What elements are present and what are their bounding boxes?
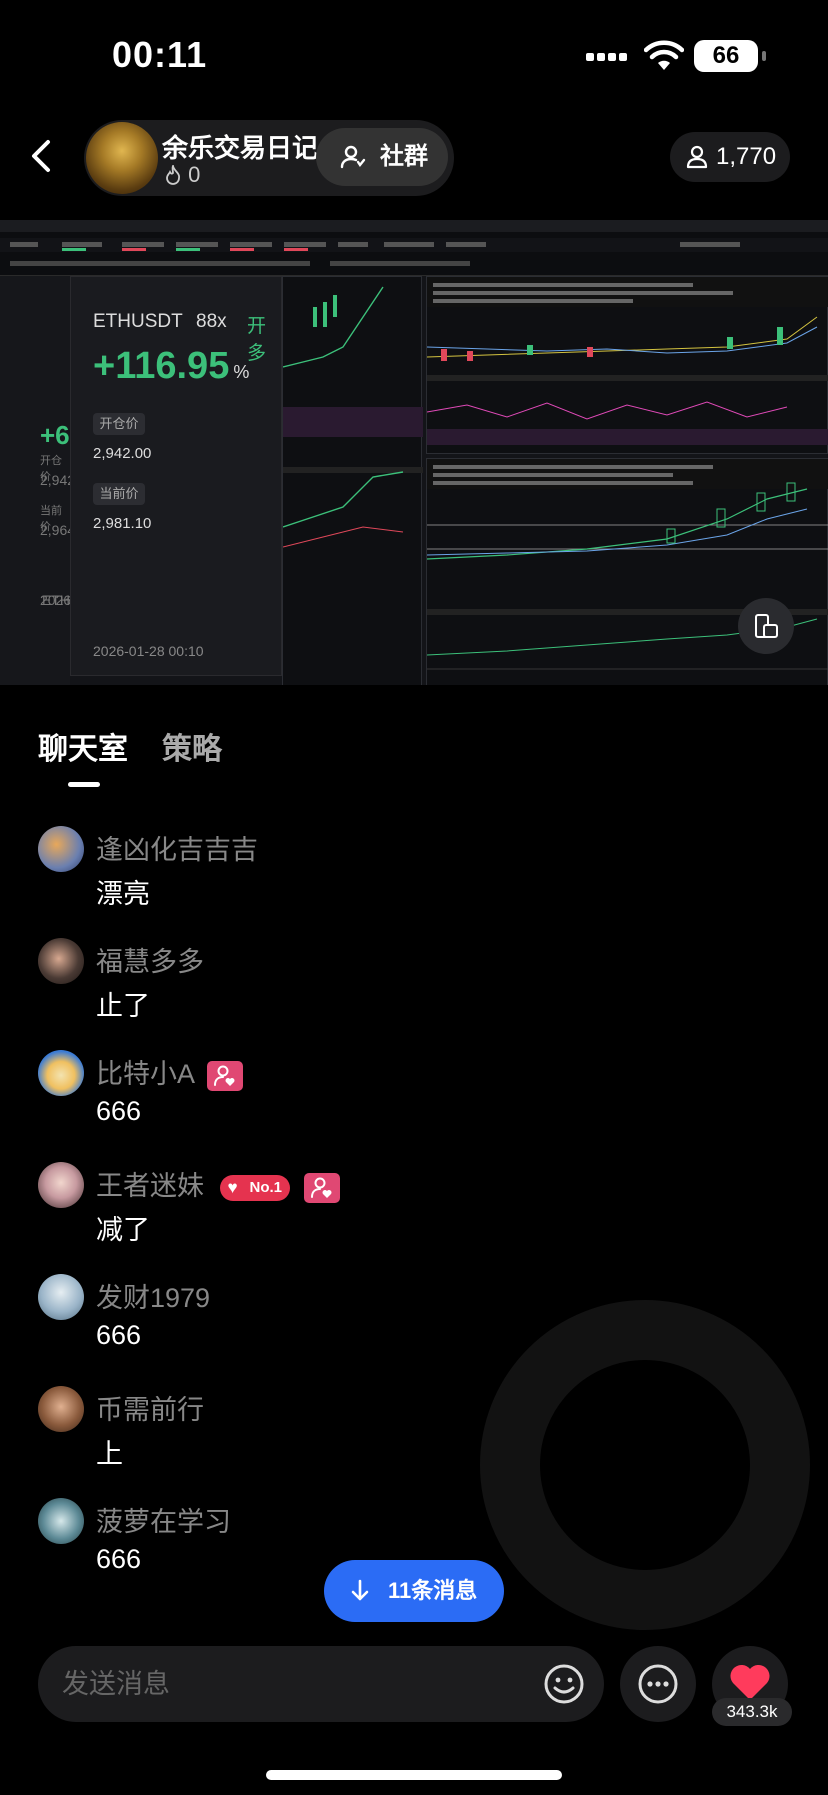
live-stream-video[interactable]: ETH +6 开仓价 2,942 当前价 2,964 2026 ETHUSDT … (0, 220, 828, 685)
host-heat: 0 (164, 162, 200, 188)
open-price-value: 2,942.00 (93, 445, 152, 462)
rank-badge[interactable]: No.1 (219, 1174, 291, 1201)
new-messages-button[interactable]: 11条消息 (324, 1560, 504, 1622)
position-pnl-value: +116.95 (93, 345, 230, 387)
rotate-screen-button[interactable] (738, 598, 794, 654)
position-pair: ETHUSDT (93, 311, 183, 332)
fan-club-badge[interactable] (207, 1060, 244, 1091)
ghost-date: 2026 (40, 592, 72, 608)
chat-username-text: 比特小A (96, 1059, 194, 1089)
tab-chatroom[interactable]: 聊天室 (38, 724, 128, 768)
avatar[interactable] (38, 1162, 84, 1208)
status-bar: 00:11 66 (0, 0, 828, 110)
viewer-count-pill[interactable]: 1,770 (670, 132, 790, 182)
chat-text: 减了 (96, 1215, 150, 1245)
flame-icon (166, 163, 180, 185)
chat-message[interactable]: 福慧多多 止了 (38, 938, 738, 1038)
group-button[interactable]: 社群 (316, 128, 448, 186)
wifi-icon (644, 40, 684, 70)
home-indicator[interactable] (266, 1770, 562, 1780)
more-dots-icon (638, 1664, 678, 1704)
position-card: ETHUSDT 88x 开多 +116.95% 开仓价 2,942.00 当前价… (70, 276, 282, 676)
position-side: 开多 (247, 316, 267, 364)
fan-club-badge[interactable] (303, 1172, 340, 1203)
mini-chart-pane (282, 276, 423, 685)
viewer-count: 1,770 (716, 143, 777, 170)
chat-username[interactable]: 逢凶化吉吉吉 (96, 828, 258, 867)
chat-username[interactable]: 王者迷妹 No.1 (96, 1164, 340, 1203)
chat-text: 止了 (96, 991, 150, 1021)
rotate-screen-icon (755, 614, 778, 638)
chat-username[interactable]: 比特小A (96, 1052, 244, 1091)
status-time: 00:11 (112, 34, 208, 75)
person-add-icon (340, 145, 366, 169)
message-input-container[interactable] (38, 1646, 604, 1722)
position-timestamp: 2026-01-28 00:10 (93, 643, 204, 659)
avatar[interactable] (38, 1498, 84, 1544)
new-messages-label: 11条消息 (388, 1578, 478, 1603)
ghost-pnl: +6 (40, 420, 70, 450)
chat-message[interactable]: 比特小A 666 (38, 1050, 738, 1150)
battery-icon: 66 (694, 40, 766, 72)
avatar[interactable] (38, 1386, 84, 1432)
mini-chart-graphic (283, 286, 423, 548)
chat-username[interactable]: 菠萝在学习 (96, 1500, 231, 1539)
avatar[interactable] (38, 826, 84, 872)
toolbar-graphic (0, 220, 828, 272)
chat-message[interactable]: 逢凶化吉吉吉 漂亮 (38, 826, 738, 926)
position-leverage: 88x (196, 311, 227, 332)
chat-username[interactable]: 币需前行 (96, 1388, 204, 1427)
avatar[interactable] (38, 1274, 84, 1320)
chat-message[interactable]: 王者迷妹 No.1 减了 (38, 1162, 738, 1262)
heart-icon (730, 1664, 770, 1700)
arrow-down-icon (351, 1579, 369, 1601)
chat-text: 666 (96, 1544, 142, 1574)
person-heart-icon (310, 1177, 332, 1198)
chat-username[interactable]: 发财1979 (96, 1276, 210, 1315)
more-options-button[interactable] (620, 1646, 696, 1722)
chat-text: 666 (96, 1096, 142, 1126)
chart-pane-top (426, 276, 828, 454)
chat-text: 上 (96, 1439, 123, 1469)
person-icon (686, 145, 708, 169)
cellular-signal-icon (586, 48, 630, 66)
group-button-label: 社群 (380, 143, 428, 170)
open-price-label: 开仓价 (93, 413, 145, 435)
current-price-label: 当前价 (93, 483, 145, 505)
chat-username-text: 王者迷妹 (96, 1171, 204, 1201)
message-input[interactable] (62, 1664, 522, 1704)
tab-strategy[interactable]: 策略 (162, 724, 222, 768)
avatar[interactable] (38, 938, 84, 984)
host-avatar[interactable] (86, 122, 158, 194)
chart-top-graphic (427, 277, 828, 445)
trading-toolbar (0, 220, 828, 276)
host-name: 余乐交易日记 (162, 133, 319, 163)
active-tab-indicator (68, 782, 100, 787)
host-info-pill[interactable]: 余乐交易日记 0 社群 (84, 120, 454, 196)
chat-username[interactable]: 福慧多多 (96, 940, 204, 979)
back-arrow-icon[interactable] (22, 136, 62, 176)
position-pnl-unit: % (233, 362, 250, 382)
person-heart-icon (214, 1065, 235, 1086)
chat-text: 666 (96, 1320, 142, 1350)
chat-message[interactable]: 币需前行 上 (38, 1386, 738, 1486)
emoji-icon[interactable] (542, 1662, 586, 1706)
ghost-position-card: ETH +6 开仓价 2,942 当前价 2,964 2026 (0, 276, 75, 685)
position-pnl: +116.95% (93, 345, 249, 388)
avatar[interactable] (38, 1050, 84, 1096)
like-count: 343.3k (712, 1698, 792, 1726)
chat-text: 漂亮 (96, 879, 150, 909)
current-price-value: 2,981.10 (93, 515, 152, 532)
host-heat-value: 0 (188, 162, 201, 187)
chat-message[interactable]: 发财1979 666 (38, 1274, 738, 1374)
